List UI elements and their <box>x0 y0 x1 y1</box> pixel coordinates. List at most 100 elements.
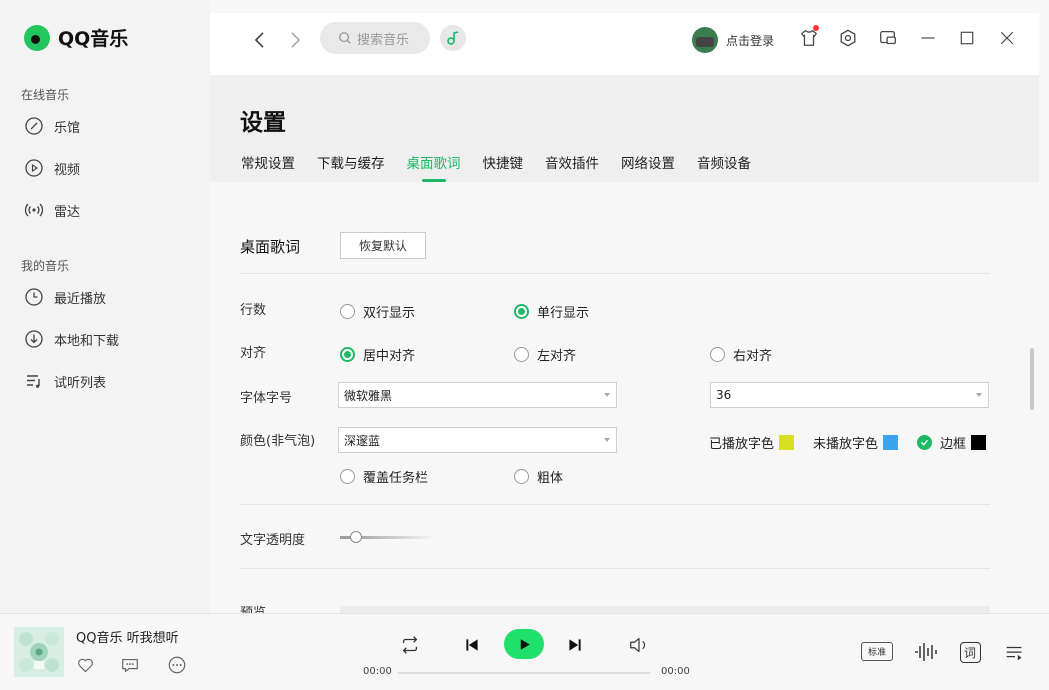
chevron-down-icon <box>604 438 610 442</box>
loop-mode-button[interactable] <box>398 633 422 657</box>
sound-effect-button[interactable] <box>913 640 939 664</box>
minimize-icon <box>921 37 935 39</box>
checkbox-cover-taskbar[interactable]: 覆盖任务栏 <box>340 467 428 486</box>
played-color-picker[interactable]: 已播放字色 <box>709 433 795 452</box>
sidebar-item-label: 本地和下载 <box>54 333 120 349</box>
radio-single-line[interactable]: 单行显示 <box>514 302 589 321</box>
tab-download-cache[interactable]: 下载与缓存 <box>317 152 385 172</box>
page-title: 设置 <box>240 110 286 136</box>
login-button[interactable]: 点击登录 <box>692 27 774 53</box>
radio-circle <box>514 469 529 484</box>
sidebar-item-hall[interactable]: 乐馆 <box>24 115 80 137</box>
font-family-select[interactable]: 微软雅黑 <box>338 382 617 408</box>
close-button[interactable] <box>996 27 1018 49</box>
settings-button[interactable] <box>837 27 859 49</box>
option-label: 粗体 <box>537 471 564 486</box>
mini-window-icon <box>880 31 896 45</box>
clock-icon <box>25 288 43 306</box>
reset-default-button[interactable]: 恢复默认 <box>340 232 426 259</box>
forward-button[interactable] <box>284 29 306 51</box>
comment-button[interactable] <box>119 654 141 676</box>
next-button[interactable] <box>565 635 585 655</box>
opacity-slider[interactable] <box>340 531 435 543</box>
play-circle-icon <box>25 159 43 177</box>
chevron-right-icon <box>290 32 300 48</box>
tab-general[interactable]: 常规设置 <box>241 152 295 172</box>
more-button[interactable] <box>166 654 188 676</box>
play-queue-button[interactable] <box>1003 641 1027 665</box>
close-icon <box>1000 31 1014 45</box>
waveform-icon <box>915 643 937 661</box>
quality-button[interactable]: 标准 <box>861 642 893 661</box>
chevron-left-icon <box>254 32 264 48</box>
opacity-label: 文字透明度 <box>240 533 306 548</box>
main-area: 搜索音乐 点击登录 设置 常规设置 下载与缓存 桌面歌词 快捷键 音效插件 网络… <box>210 0 1049 613</box>
border-color-checkbox[interactable]: 边框 <box>917 433 987 452</box>
maximize-button[interactable] <box>956 27 978 49</box>
sidebar-group-online: 在线音乐 <box>21 88 70 102</box>
radio-double-line[interactable]: 双行显示 <box>340 302 415 321</box>
settings-header: 设置 常规设置 下载与缓存 桌面歌词 快捷键 音效插件 网络设置 音频设备 <box>210 75 1039 182</box>
color-scheme-select[interactable]: 深邃蓝 <box>338 427 617 453</box>
music-recognition-button[interactable] <box>440 25 466 51</box>
unplayed-color-swatch[interactable] <box>883 435 899 450</box>
minimize-button[interactable] <box>917 27 939 49</box>
top-bar: 搜索音乐 点击登录 <box>210 13 1039 75</box>
lyrics-button[interactable]: 词 <box>959 641 981 663</box>
played-color-label: 已播放字色 <box>709 437 775 452</box>
player-bar: QQ音乐 听我想听 00:00 00:00 标准 词 <box>0 613 1049 690</box>
sidebar-item-playlist[interactable]: 试听列表 <box>24 370 106 392</box>
radio-circle <box>340 304 355 319</box>
queue-icon <box>1006 646 1022 661</box>
slider-handle[interactable] <box>349 531 362 543</box>
tab-audio-device[interactable]: 音频设备 <box>697 152 751 172</box>
sidebar-item-recent[interactable]: 最近播放 <box>24 286 106 308</box>
font-family-value: 微软雅黑 <box>344 388 393 403</box>
album-art-image <box>14 627 64 677</box>
tab-shortcuts[interactable]: 快捷键 <box>483 152 524 172</box>
sidebar-item-local[interactable]: 本地和下载 <box>24 328 119 350</box>
lyrics-preview <box>340 606 990 613</box>
font-label: 字体字号 <box>240 391 293 406</box>
play-icon <box>520 638 530 650</box>
checkbox-bold[interactable]: 粗体 <box>514 467 563 486</box>
skin-button[interactable] <box>798 25 820 49</box>
preview-label: 预览 <box>240 602 266 613</box>
radar-icon <box>24 203 44 217</box>
mini-mode-button[interactable] <box>877 27 899 49</box>
back-button[interactable] <box>248 29 270 51</box>
progress-bar[interactable] <box>398 672 650 674</box>
border-color-swatch[interactable] <box>971 435 987 450</box>
scrollbar[interactable] <box>1030 348 1034 410</box>
sidebar-item-video[interactable]: 视频 <box>24 157 80 179</box>
current-time: 00:00 <box>363 666 392 677</box>
sidebar-item-radar[interactable]: 雷达 <box>24 199 80 221</box>
radio-label: 左对齐 <box>537 349 577 364</box>
sidebar-group-mine: 我的音乐 <box>21 259 70 273</box>
radio-label: 单行显示 <box>537 306 590 321</box>
radio-align-center[interactable]: 居中对齐 <box>340 345 415 364</box>
sidebar-item-label: 视频 <box>54 162 81 178</box>
search-input[interactable]: 搜索音乐 <box>320 22 430 54</box>
app-logo[interactable]: QQ音乐 <box>24 24 128 51</box>
font-size-value: 36 <box>716 388 732 402</box>
play-button[interactable] <box>504 629 544 659</box>
radio-label: 右对齐 <box>733 349 773 364</box>
playlist-icon <box>27 375 40 388</box>
unplayed-color-picker[interactable]: 未播放字色 <box>813 433 899 452</box>
volume-button[interactable] <box>627 633 651 657</box>
tab-sound-plugins[interactable]: 音效插件 <box>545 152 599 172</box>
radio-align-right[interactable]: 右对齐 <box>710 345 772 364</box>
previous-button[interactable] <box>462 635 482 655</box>
song-title[interactable]: QQ音乐 听我想听 <box>76 627 179 646</box>
compass-icon <box>25 117 43 135</box>
radio-align-left[interactable]: 左对齐 <box>514 345 576 364</box>
played-color-swatch[interactable] <box>779 435 795 450</box>
tab-desktop-lyrics[interactable]: 桌面歌词 <box>407 152 461 172</box>
album-cover[interactable] <box>14 627 64 677</box>
tab-network[interactable]: 网络设置 <box>621 152 675 172</box>
chevron-down-icon <box>976 393 982 397</box>
font-size-select[interactable]: 36 <box>710 382 989 408</box>
like-button[interactable] <box>74 654 96 676</box>
lines-label: 行数 <box>240 303 267 318</box>
